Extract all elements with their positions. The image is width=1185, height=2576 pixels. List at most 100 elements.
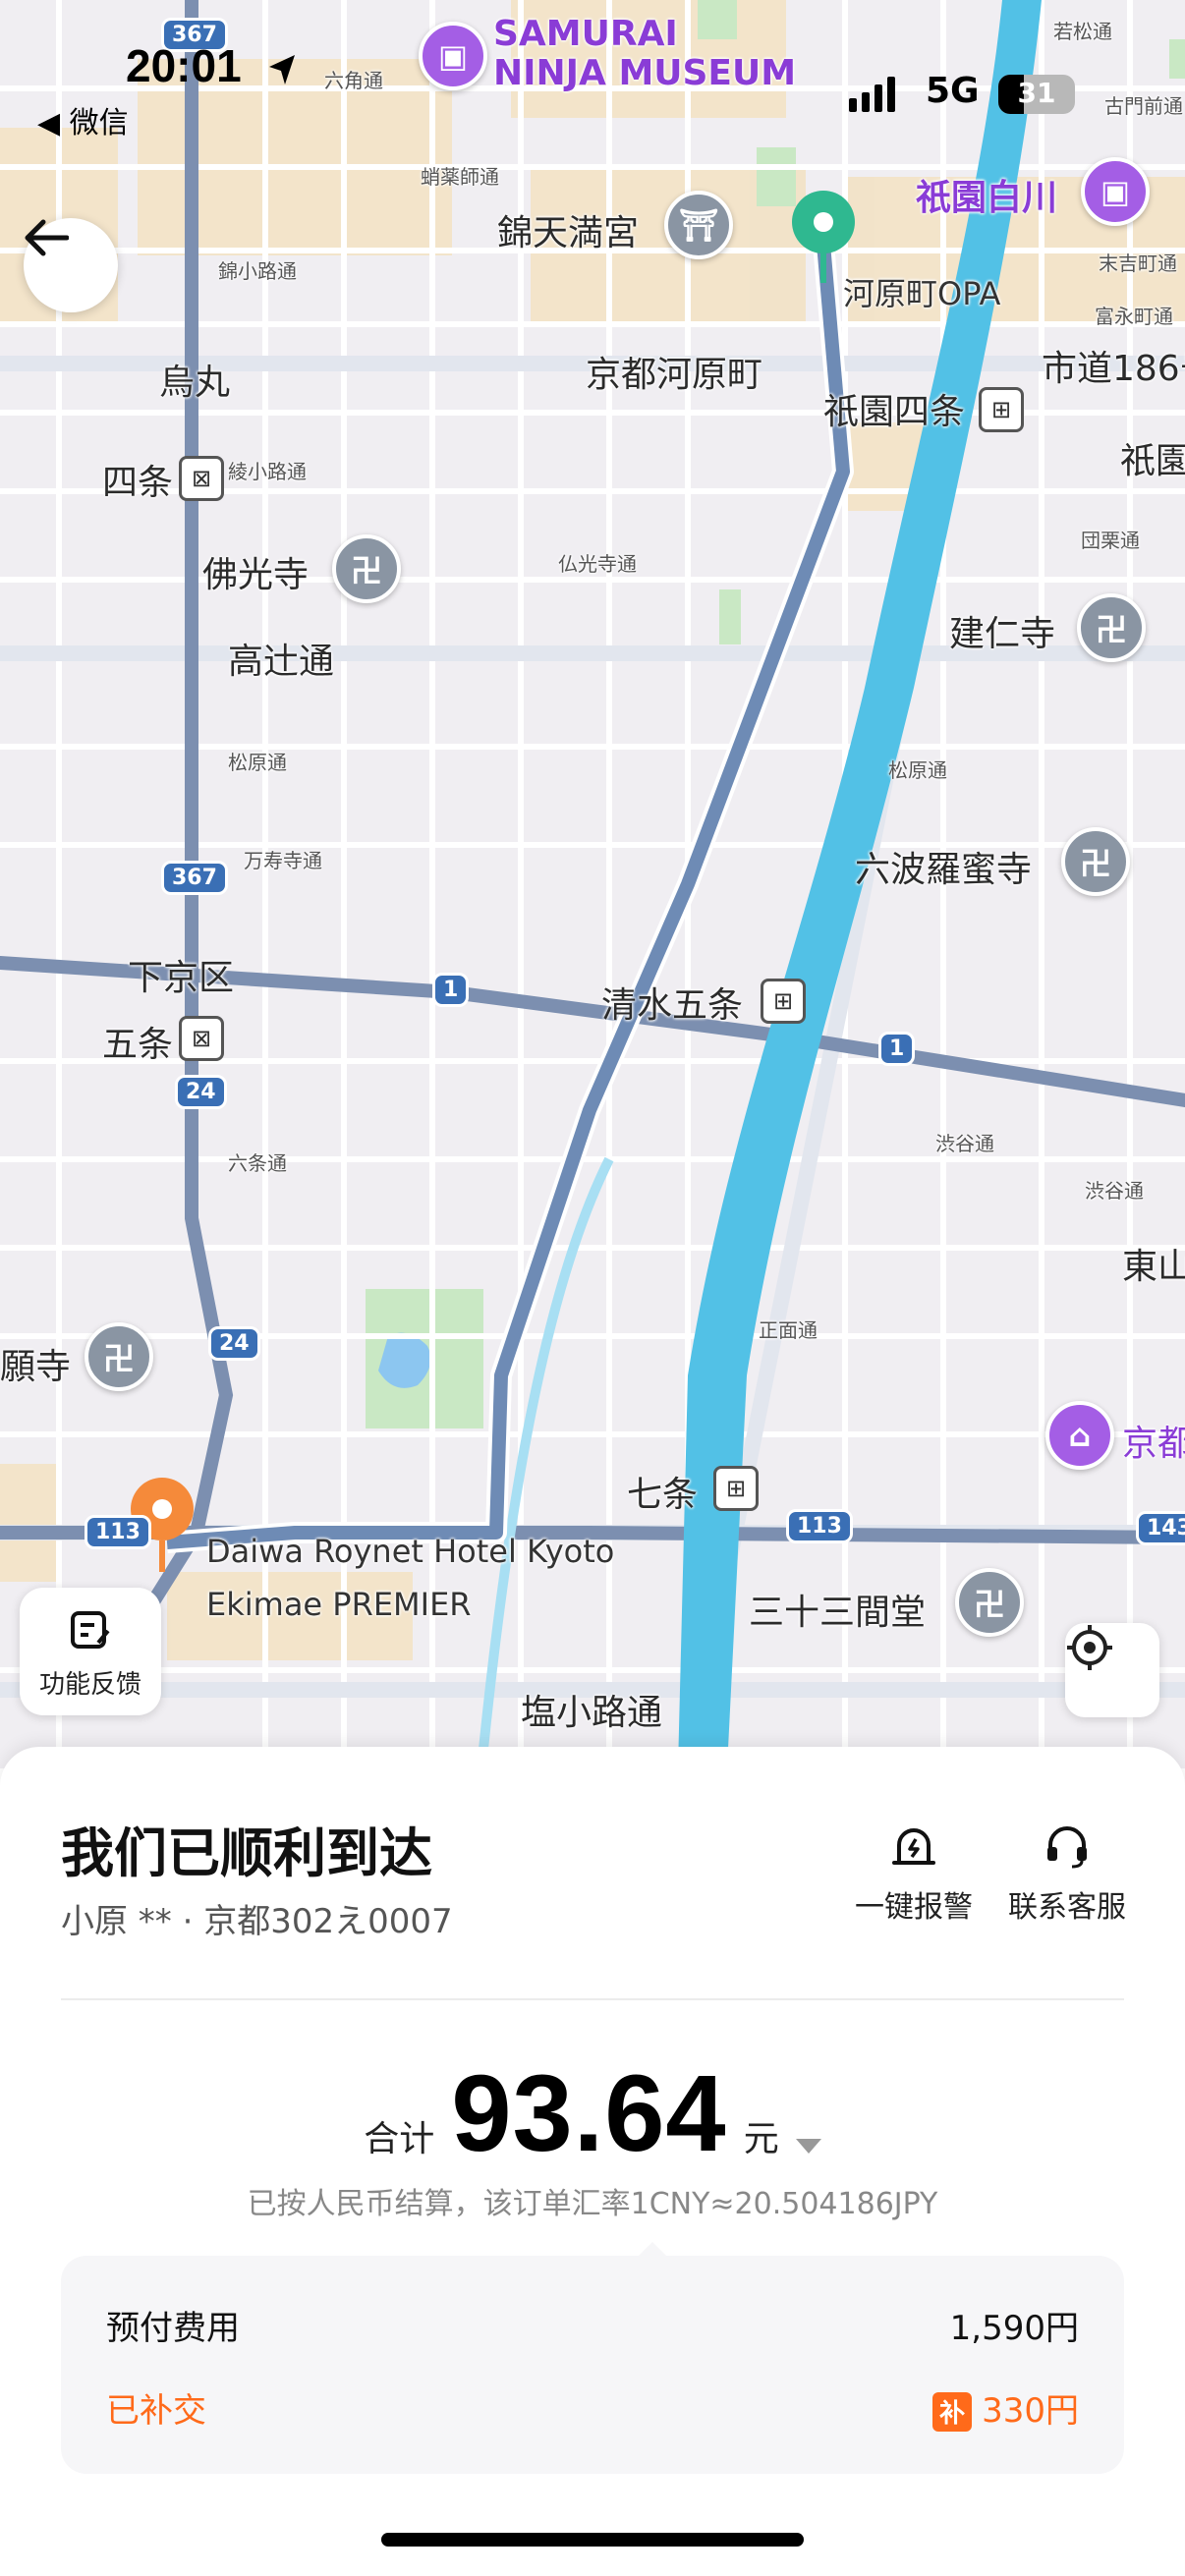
back-to-app-link[interactable]: ◀ 微信 <box>37 98 129 141</box>
supplement-badge: 补 <box>932 2391 973 2432</box>
divider <box>61 1998 1124 2000</box>
support-label: 联系客服 <box>1008 1890 1126 1925</box>
total-label: 合计 <box>364 2119 435 2159</box>
street-shibutani: 渋谷通 <box>935 1132 994 1155</box>
station-icon: ⊞ <box>979 387 1024 432</box>
crosshair-icon <box>1067 1625 1112 1670</box>
street-manjuji: 万寿寺通 <box>244 849 322 872</box>
street-matsubara: 松原通 <box>228 751 287 774</box>
poi-gion: 祇園 <box>1120 441 1185 481</box>
arrival-title: 我们已顺利到达 <box>61 1822 432 1884</box>
poi-ichido186: 市道186号 <box>1042 349 1185 389</box>
route-143-shield: 143 <box>1136 1511 1185 1545</box>
street-ayanokoji: 綾小路通 <box>228 460 307 483</box>
district-higashiyama: 東山 <box>1122 1247 1185 1287</box>
support-button[interactable]: 联系客服 <box>998 1821 1136 1926</box>
supplement-value: 330円 <box>982 2391 1079 2431</box>
sos-button[interactable]: 一键报警 <box>845 1821 983 1926</box>
poi-bukkoji[interactable]: 佛光寺 <box>202 546 309 597</box>
total-amount: 93.64 <box>451 2053 727 2174</box>
street-bukkoji: 仏光寺通 <box>558 552 637 576</box>
trip-summary-sheet: 我们已顺利到达 小原 ** · 京都302え0007 一键报警 联系客服 合计 … <box>0 1747 1185 2576</box>
poi-nishiki-tenmangu[interactable]: 錦天満宮 <box>497 204 639 255</box>
poi-honganji[interactable]: 願寺 <box>0 1338 71 1389</box>
prepaid-label: 预付费用 <box>106 2309 240 2348</box>
home-indicator[interactable] <box>381 2533 804 2547</box>
poi-gojo[interactable]: 五条 <box>102 1016 173 1067</box>
prepaid-value: 1,590円 <box>949 2309 1079 2348</box>
signal-icon <box>849 77 895 112</box>
poi-shijo[interactable]: 四条 <box>102 454 173 505</box>
poi-shichijo[interactable]: 七条 <box>627 1466 698 1517</box>
poi-gion-shijo[interactable]: 祇園四条 <box>823 383 965 434</box>
subway-icon: ⊠ <box>179 456 224 501</box>
shrine-pin-icon[interactable]: ⛩ <box>664 191 733 259</box>
edit-note-icon <box>71 1611 110 1649</box>
network-type: 5G <box>926 71 980 111</box>
locate-button[interactable] <box>1065 1623 1159 1717</box>
feedback-label: 功能反馈 <box>38 1670 141 1700</box>
poi-gion-shirakawa[interactable]: 祇園白川 <box>916 169 1057 220</box>
street-shibutani-east: 渋谷通 <box>1085 1179 1144 1203</box>
gojo-subway-icon: ⊠ <box>179 1016 224 1061</box>
street-shomen: 正面通 <box>759 1318 818 1342</box>
route-113b-shield: 113 <box>786 1509 853 1543</box>
route-24-shield: 24 <box>175 1075 227 1109</box>
sanjusangendo-pin-icon[interactable]: 卍 <box>955 1568 1024 1637</box>
map-view[interactable]: ▣ SAMURAI NINJA MUSEUM ▣ 祇園白川 ⛩ 錦天満宮 河原町… <box>0 0 1185 1768</box>
street-shiokoji: 塩小路通 <box>521 1693 663 1733</box>
route-24b-shield: 24 <box>208 1326 260 1361</box>
district-shimogyo: 下京区 <box>128 958 235 998</box>
supplement-label: 已补交 <box>106 2391 206 2431</box>
poi-kawaramachi-opa[interactable]: 河原町OPA <box>843 269 1000 314</box>
poi-hotel-line1[interactable]: Daiwa Roynet Hotel Kyoto <box>206 1533 614 1570</box>
status-bar: 20:01 ◀ 微信 5G 31 <box>0 0 1185 141</box>
gion-shirakawa-pin-icon[interactable]: ▣ <box>1081 157 1150 226</box>
poi-kyoto-kawaramachi[interactable]: 京都河原町 <box>586 346 762 397</box>
street-takatsuji: 高辻通 <box>228 642 335 682</box>
poi-kenninji[interactable]: 建仁寺 <box>949 605 1055 656</box>
street-rokujo: 六条通 <box>228 1151 287 1175</box>
rokuharamitsuji-pin-icon[interactable]: 卍 <box>1061 827 1130 896</box>
museum-kyoto-pin-icon[interactable]: ⌂ <box>1045 1401 1114 1470</box>
fee-row-prepaid: 预付费用 1,590円 <box>106 2301 1079 2349</box>
expand-caret-icon[interactable] <box>795 2139 821 2154</box>
poi-karasuma[interactable]: 烏丸 <box>159 354 230 405</box>
route-1b-shield: 1 <box>878 1032 916 1066</box>
route-1-shield: 1 <box>432 973 470 1007</box>
back-button[interactable] <box>24 218 118 312</box>
sos-label: 一键报警 <box>855 1890 973 1925</box>
total-row[interactable]: 合计 93.64 元 <box>0 2051 1185 2176</box>
poi-kyoto-museum[interactable]: 京都 <box>1122 1415 1185 1466</box>
alarm-icon <box>892 1828 935 1865</box>
temple-pin-icon[interactable]: 卍 <box>332 534 401 603</box>
status-time: 20:01 <box>126 40 242 91</box>
supplement-amount: 补 330円 <box>932 2383 1079 2432</box>
headset-icon <box>1047 1826 1087 1869</box>
battery-level: 31 <box>1017 77 1056 109</box>
fee-row-supplement: 已补交 补 330円 <box>106 2383 1079 2432</box>
street-dankuri: 団栗通 <box>1081 529 1140 552</box>
battery-icon: 31 <box>998 75 1075 114</box>
route-367b-shield: 367 <box>161 861 228 895</box>
poi-hotel-line2[interactable]: Ekimae PREMIER <box>206 1586 472 1623</box>
total-unit: 元 <box>743 2119 779 2159</box>
poi-rokuharamitsuji[interactable]: 六波羅蜜寺 <box>855 841 1032 892</box>
poi-sanjusangendo[interactable]: 三十三間堂 <box>749 1584 926 1635</box>
kenninji-pin-icon[interactable]: 卍 <box>1077 593 1146 662</box>
street-matsubara-east: 松原通 <box>888 758 947 782</box>
kiyomizu-station-icon: ⊞ <box>761 979 806 1024</box>
exchange-rate-note: 已按人民币结算，该订单汇率1CNY≈20.504186JPY <box>247 2187 938 2221</box>
driver-info: 小原 ** · 京都302え0007 <box>61 1902 453 1941</box>
route-113-shield: 113 <box>85 1515 151 1549</box>
street-takoyakushi: 蛸薬師通 <box>421 165 499 189</box>
honganji-pin-icon[interactable]: 卍 <box>85 1322 153 1391</box>
shichijo-station-icon: ⊞ <box>713 1466 759 1511</box>
street-sueyoshi: 末吉町通 <box>1099 252 1177 275</box>
poi-kiyomizu-gojo[interactable]: 清水五条 <box>601 977 743 1028</box>
feedback-button[interactable]: 功能反馈 <box>20 1588 161 1715</box>
street-nishikikoji: 錦小路通 <box>218 259 297 283</box>
street-tominaga: 富永町通 <box>1095 305 1173 328</box>
fee-details: 预付费用 1,590円 已补交 补 330円 <box>61 2242 1124 2474</box>
arrow-left-icon <box>25 219 69 256</box>
